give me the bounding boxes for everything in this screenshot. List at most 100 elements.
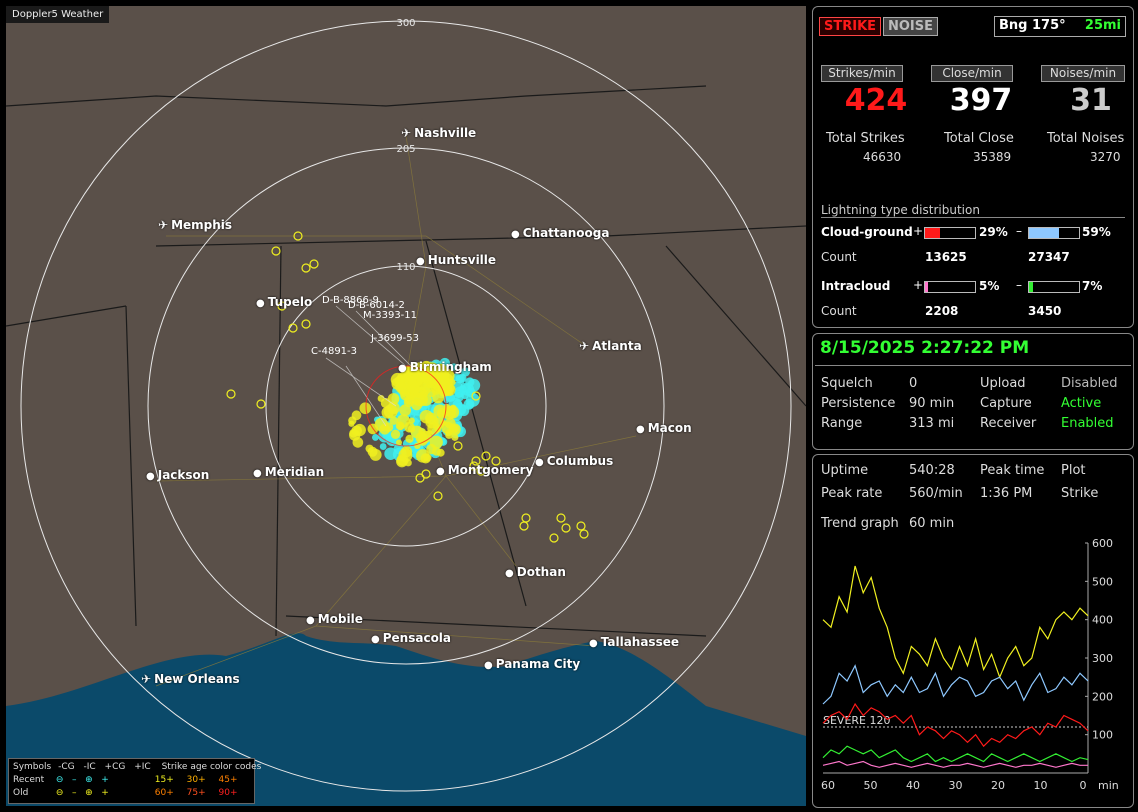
total-noises-value: 3270 bbox=[1090, 150, 1121, 164]
city-label: ● Montgomery bbox=[436, 463, 533, 477]
radar-map[interactable]: 300 205 110 D-B-8866-9 D-B-6014-2 M-3393… bbox=[6, 6, 806, 806]
legend-recent-age: 30+ bbox=[186, 775, 206, 785]
ic-positive-pct: 5% bbox=[979, 279, 1000, 293]
storm-label: M-3393-11 bbox=[363, 310, 417, 321]
y-tick-label: 300 bbox=[1092, 652, 1113, 665]
receiver-value[interactable]: Enabled bbox=[1061, 416, 1114, 431]
city-dot-icon: ● bbox=[416, 256, 425, 267]
y-tick-label: 200 bbox=[1092, 690, 1113, 703]
intracloud-label: Intracloud bbox=[821, 279, 891, 293]
total-close-value: 35389 bbox=[973, 150, 1012, 164]
ic-positive-bar bbox=[924, 281, 976, 293]
strike-stats-panel: STRIKE NOISE Bng 175° 25mi Strikes/min C… bbox=[812, 6, 1134, 328]
status-panel: 8/15/2025 2:27:22 PM Squelch 0 Upload Di… bbox=[812, 333, 1134, 450]
city-label: ● Tallahassee bbox=[589, 635, 679, 649]
legend-old-age: 75+ bbox=[186, 788, 206, 798]
ic-negative-count: 3450 bbox=[1028, 304, 1062, 318]
current-datetime: 8/15/2025 2:27:22 PM bbox=[820, 338, 1030, 358]
city-dot-icon: ● bbox=[371, 634, 380, 645]
cg-count-label: Count bbox=[821, 250, 857, 264]
x-tick-label: 20 bbox=[991, 779, 1005, 792]
cg-negative-bar bbox=[1028, 227, 1080, 239]
legend-recent-symbols: ⊖ – ⊕ + bbox=[55, 775, 109, 785]
city-label: ● Meridian bbox=[253, 465, 324, 479]
ic-plus-sign: + bbox=[913, 278, 924, 292]
city-label: ✈ New Orleans bbox=[141, 672, 240, 686]
ic-minus-sign: – bbox=[1016, 278, 1022, 292]
strikes-per-min-label: Strikes/min bbox=[821, 65, 903, 82]
squelch-value: 0 bbox=[909, 376, 918, 391]
close-per-min-label: Close/min bbox=[931, 65, 1013, 82]
x-tick-label: 0 bbox=[1080, 779, 1087, 792]
noises-per-min-label: Noises/min bbox=[1041, 65, 1125, 82]
upload-label: Upload bbox=[980, 376, 1026, 391]
x-unit-label: min bbox=[1098, 779, 1119, 792]
city-dot-icon: ● bbox=[484, 660, 493, 671]
city-name: Memphis bbox=[171, 218, 233, 232]
capture-label: Capture bbox=[980, 396, 1032, 411]
city-name: Meridian bbox=[264, 465, 325, 479]
range-label-inner: 110 bbox=[396, 262, 415, 273]
x-tick-label: 50 bbox=[864, 779, 878, 792]
city-label: ● Birmingham bbox=[398, 360, 492, 374]
plot-value[interactable]: Strike bbox=[1061, 486, 1098, 501]
airport-icon: ✈ bbox=[141, 672, 152, 686]
city-label: ● Columbus bbox=[535, 454, 613, 468]
city-label: ● Macon bbox=[636, 421, 692, 435]
range-label-middle: 205 bbox=[396, 144, 415, 155]
legend-recent-label: Recent bbox=[13, 775, 45, 785]
ic-positive-count: 2208 bbox=[925, 304, 959, 318]
city-name: Tallahassee bbox=[600, 635, 679, 649]
city-dot-icon: ● bbox=[535, 457, 544, 468]
total-close-label: Total Close bbox=[944, 131, 1014, 146]
legend-recent-age: 45+ bbox=[218, 775, 238, 785]
storm-label: J-3699-53 bbox=[370, 333, 419, 344]
city-name: Tupelo bbox=[267, 295, 313, 309]
airport-icon: ✈ bbox=[158, 218, 169, 232]
x-tick-label: 10 bbox=[1034, 779, 1048, 792]
peak-rate-label: Peak rate bbox=[821, 486, 883, 501]
trend-graph-value[interactable]: 60 min bbox=[909, 516, 954, 531]
x-tick-label: 30 bbox=[949, 779, 963, 792]
city-dot-icon: ● bbox=[511, 229, 520, 240]
strike-mode-button[interactable]: STRIKE bbox=[819, 17, 882, 36]
capture-value[interactable]: Active bbox=[1061, 396, 1101, 411]
plot-label: Plot bbox=[1061, 463, 1086, 478]
total-strikes-value: 46630 bbox=[863, 150, 902, 164]
trend-series-line bbox=[822, 664, 1089, 705]
trend-graph: 60050040030020010060 50 40 30 20 10 0 minSEVERE… bbox=[821, 537, 1119, 792]
city-name: Montgomery bbox=[447, 463, 534, 477]
close-per-min-value: 397 bbox=[949, 83, 1013, 118]
cloud-ground-label: Cloud-ground bbox=[821, 225, 913, 239]
city-name: Mobile bbox=[317, 612, 363, 626]
cg-positive-pct: 29% bbox=[979, 225, 1008, 239]
city-name: Columbus bbox=[546, 454, 614, 468]
city-name: Jackson bbox=[157, 468, 210, 482]
city-dot-icon: ● bbox=[505, 568, 514, 579]
city-dot-icon: ● bbox=[636, 424, 645, 435]
city-name: Pensacola bbox=[382, 631, 452, 645]
trend-series-line bbox=[822, 745, 1089, 763]
ic-negative-bar bbox=[1028, 281, 1080, 293]
city-dot-icon: ● bbox=[253, 468, 262, 479]
city-label: ● Huntsville bbox=[416, 253, 496, 267]
city-name: Macon bbox=[647, 421, 692, 435]
y-tick-label: 600 bbox=[1092, 537, 1113, 550]
legend-old-age: 60+ bbox=[154, 788, 174, 798]
legend-pos-ic: +IC bbox=[134, 762, 151, 772]
city-name: Panama City bbox=[495, 657, 581, 671]
y-tick-label: 500 bbox=[1092, 575, 1113, 588]
city-label: ✈ Nashville bbox=[401, 126, 476, 140]
upload-value[interactable]: Disabled bbox=[1061, 376, 1117, 391]
noise-mode-button[interactable]: NOISE bbox=[883, 17, 939, 36]
range-label: Range bbox=[821, 416, 863, 431]
legend-old-label: Old bbox=[13, 788, 29, 798]
city-label: ● Pensacola bbox=[371, 631, 451, 645]
app-title: Doppler5 Weather bbox=[6, 6, 110, 23]
distribution-title: Lightning type distribution bbox=[821, 203, 1125, 218]
storm-label: C-4891-3 bbox=[311, 346, 357, 357]
city-label: ● Mobile bbox=[306, 612, 363, 626]
city-name: Birmingham bbox=[409, 360, 492, 374]
total-strikes-label: Total Strikes bbox=[826, 131, 905, 146]
trend-panel: Uptime 540:28 Peak time Plot Peak rate 5… bbox=[812, 454, 1134, 808]
